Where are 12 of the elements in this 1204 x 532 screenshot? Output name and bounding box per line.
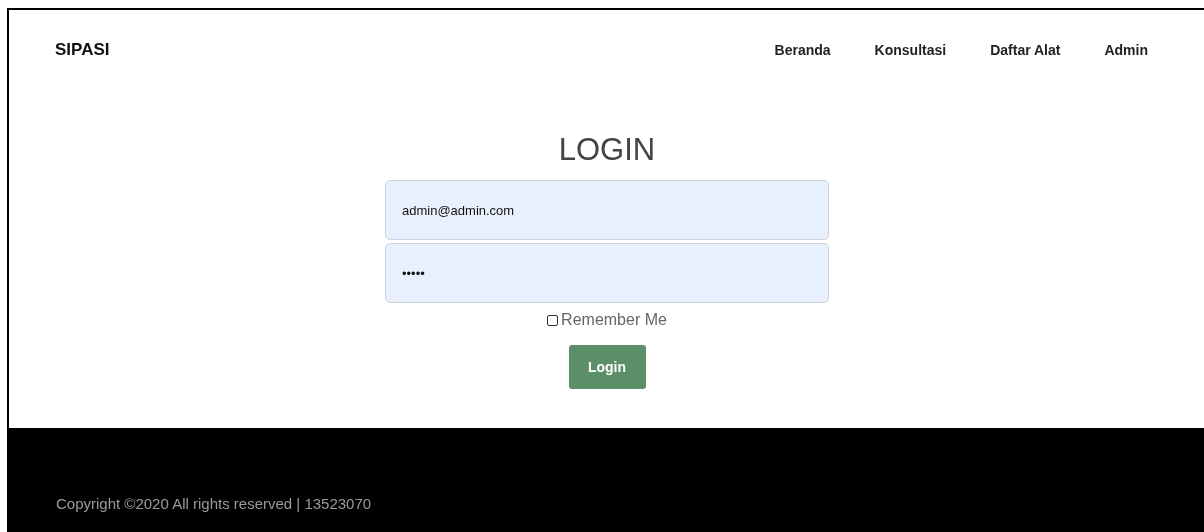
nav-link[interactable]: Daftar Alat [968,42,1083,58]
nav-link[interactable]: Admin [1082,42,1156,58]
remember-checkbox[interactable] [547,314,559,326]
login-button[interactable]: Login [568,345,646,389]
nav-link[interactable]: Konsultasi [852,42,969,58]
login-title: LOGIN [558,132,656,168]
email-field[interactable]: admin@admin.com [385,180,829,240]
remember-label: Remember Me [561,311,667,329]
password-field[interactable]: ••••• [385,243,829,303]
brand-logo[interactable]: SIPASI [55,40,110,60]
copyright-text: Copyright ©2020 All rights reserved | 13523070 [56,495,372,512]
nav-link[interactable]: Beranda [752,42,853,58]
